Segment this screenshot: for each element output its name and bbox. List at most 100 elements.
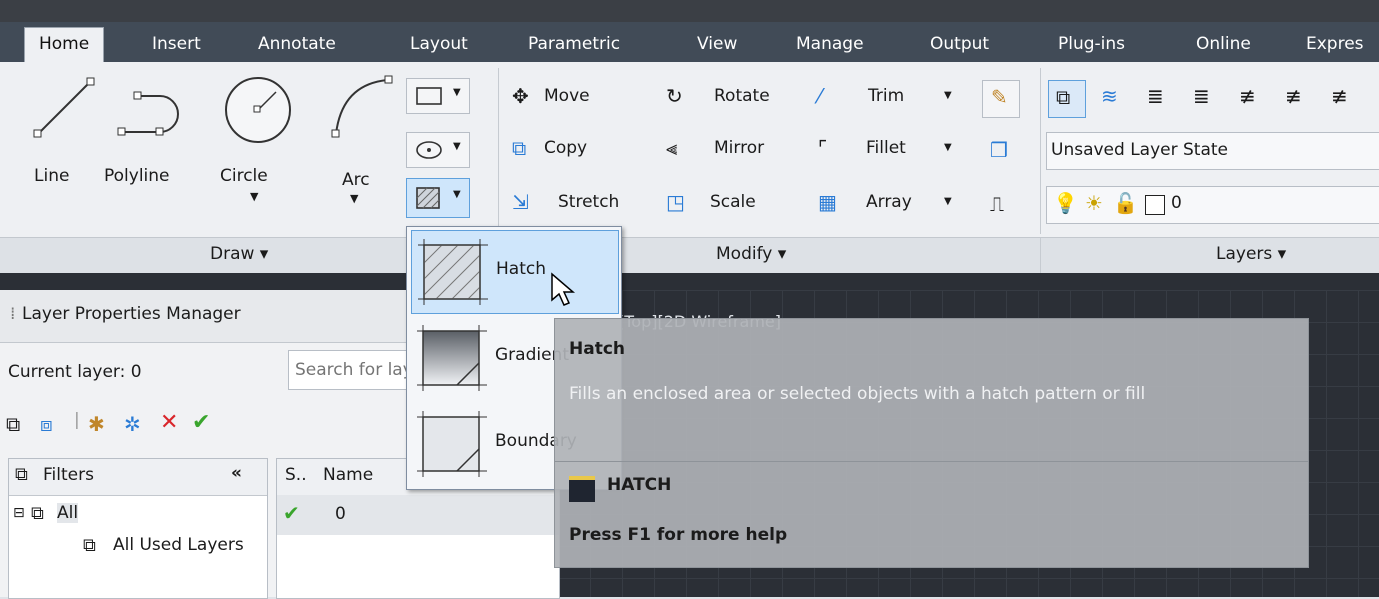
trim-dropdown-arrow-icon[interactable]: ▼ (944, 90, 952, 101)
current-layer-dropdown[interactable]: 💡 ☀ 🔓 0 (1046, 186, 1379, 224)
layer-off-icon: ≢ (1285, 84, 1302, 108)
new-layer-icon[interactable]: ✱ (88, 412, 105, 436)
tree-expand-icon[interactable]: ⊟ (13, 505, 25, 521)
rectangle-dropdown-arrow-icon[interactable]: ▼ (453, 87, 461, 98)
circle-button[interactable]: Circle ▼ (210, 70, 306, 210)
layers-panel-title[interactable]: Layers ▾ (1216, 244, 1286, 264)
rectangle-split-button[interactable]: ▼ (406, 78, 470, 114)
layer-unisolate-button[interactable]: ≣ (1186, 80, 1222, 116)
layer-properties-icon: ⧉ (1056, 85, 1071, 109)
tooltip-divider (555, 461, 1308, 462)
table-row[interactable]: ✔ 0 (277, 495, 559, 535)
tab-home[interactable]: Home (24, 27, 105, 63)
line-label: Line (34, 166, 70, 186)
tab-view[interactable]: View (697, 28, 737, 62)
all-filter-icon: ⧉ (31, 503, 44, 524)
drag-handle-icon[interactable]: ⁞ (10, 304, 15, 324)
modify-panel-title[interactable]: Modify ▾ (716, 244, 786, 264)
mirror-icon: ⫷ (666, 136, 678, 160)
tooltip-title: Hatch (569, 339, 626, 359)
tab-parametric[interactable]: Parametric (528, 28, 620, 62)
scale-button[interactable]: ◳ Scale (664, 190, 804, 220)
layer-off-button[interactable]: ≢ (1278, 80, 1314, 116)
tab-layout[interactable]: Layout (410, 28, 468, 62)
array-button[interactable]: ▦ Array ▼ (816, 190, 966, 220)
tab-online[interactable]: Online (1196, 28, 1251, 62)
menu-item-hatch[interactable]: Hatch (411, 230, 619, 314)
offset-button[interactable]: ⎍ (982, 188, 1018, 224)
tooltip-description: Fills an enclosed area or selected objec… (569, 384, 1146, 404)
lightbulb-icon[interactable]: 💡 (1053, 191, 1078, 215)
trim-button[interactable]: ⁄ Trim ▼ (816, 84, 966, 114)
layer-properties-button[interactable]: ⧉ (1048, 80, 1086, 118)
toolbar-divider: | (74, 410, 80, 430)
erase-button[interactable]: ✎ (982, 80, 1020, 118)
tab-output[interactable]: Output (930, 28, 989, 62)
layer-manager-toolbar: ⧉ ⧈ | ✱ ✲ ✕ ✔ (6, 410, 326, 444)
current-layer-check-icon: ✔ (283, 501, 300, 525)
ribbon-panel-area: Line Polyline Circle ▼ Arc ▼ ▼ ▼ ▼ ✥ Mov… (0, 62, 1379, 237)
layer-manager-title: Layer Properties Manager (22, 304, 241, 324)
layer-color-swatch[interactable] (1145, 195, 1165, 215)
fillet-button[interactable]: ⌜ Fillet ▼ (816, 136, 966, 166)
copy-button[interactable]: ⧉ Copy (510, 136, 650, 166)
ribbon-bottom-edge (0, 273, 1379, 290)
layer-state-icon: ≋ (1101, 84, 1118, 108)
delete-layer-icon[interactable]: ✕ (160, 410, 178, 435)
explode-button[interactable]: ❒ (982, 134, 1018, 170)
layer-freeze-icon: ≢ (1239, 84, 1256, 108)
tab-annotate[interactable]: Annotate (258, 28, 336, 62)
name-column-header[interactable]: Name (323, 465, 373, 485)
tab-manage[interactable]: Manage (796, 28, 864, 62)
layer-state-button[interactable]: ≋ (1094, 80, 1130, 116)
line-icon (33, 77, 95, 138)
command-line-icon (569, 476, 595, 502)
hatch-large-icon (418, 239, 488, 305)
tree-item-all[interactable]: All (57, 503, 79, 523)
layer-freeze-button[interactable]: ≢ (1232, 80, 1268, 116)
fillet-dropdown-arrow-icon[interactable]: ▼ (944, 142, 952, 153)
filters-tree-pane: ⧉ Filters « ⊟ ⧉ All ⧉ All Used Layers (8, 458, 268, 599)
new-property-filter-icon[interactable]: ⧉ (6, 412, 20, 436)
draw-panel-title[interactable]: Draw ▾ (210, 244, 268, 264)
set-current-icon[interactable]: ✔ (192, 410, 210, 435)
new-group-filter-icon[interactable]: ⧈ (40, 412, 53, 436)
layer-state-dropdown[interactable]: Unsaved Layer State (1046, 132, 1379, 170)
layer-match-icon: ≢ (1331, 84, 1348, 108)
rotate-icon: ↻ (666, 84, 683, 108)
hatch-tooltip: Hatch Fills an enclosed area or selected… (554, 318, 1309, 568)
circle-dropdown-arrow-icon[interactable]: ▼ (250, 190, 258, 203)
sun-icon[interactable]: ☀ (1085, 191, 1103, 215)
array-dropdown-arrow-icon[interactable]: ▼ (944, 196, 952, 207)
tooltip-command: HATCH (607, 475, 672, 495)
layer-isolate-button[interactable]: ≣ (1140, 80, 1176, 116)
polyline-button[interactable]: Polyline (100, 70, 200, 200)
tab-express[interactable]: Expres (1306, 28, 1364, 62)
ellipse-dropdown-arrow-icon[interactable]: ▼ (453, 141, 461, 152)
arc-button[interactable]: Arc ▼ (316, 70, 396, 210)
line-button[interactable]: Line (18, 70, 108, 200)
trim-icon: ⁄ (818, 84, 822, 108)
hatch-dropdown-arrow-icon[interactable]: ▼ (453, 189, 461, 200)
circle-icon (225, 77, 291, 143)
new-layer-vp-frozen-icon[interactable]: ✲ (124, 412, 141, 436)
stretch-icon: ⇲ (512, 190, 529, 214)
move-button[interactable]: ✥ Move (510, 84, 650, 114)
ellipse-split-button[interactable]: ▼ (406, 132, 470, 168)
arc-dropdown-arrow-icon[interactable]: ▼ (350, 192, 358, 205)
boundary-icon (417, 411, 487, 477)
status-column-header[interactable]: S.. (285, 465, 307, 485)
rotate-button[interactable]: ↻ Rotate (664, 84, 804, 114)
tab-insert[interactable]: Insert (152, 28, 201, 62)
stretch-button[interactable]: ⇲ Stretch (510, 190, 660, 220)
mirror-button[interactable]: ⫷ Mirror (664, 136, 804, 166)
tab-plug-ins[interactable]: Plug-ins (1058, 28, 1125, 62)
collapse-filters-button[interactable]: « (231, 463, 242, 483)
unlock-icon[interactable]: 🔓 (1113, 191, 1138, 215)
tree-item-all-used[interactable]: All Used Layers (113, 535, 265, 555)
scale-icon: ◳ (666, 190, 685, 214)
hatch-split-button[interactable]: ▼ (406, 178, 470, 218)
polyline-icon (117, 91, 179, 136)
layer-match-button[interactable]: ≢ (1324, 80, 1360, 116)
layer-name-cell: 0 (335, 504, 346, 524)
